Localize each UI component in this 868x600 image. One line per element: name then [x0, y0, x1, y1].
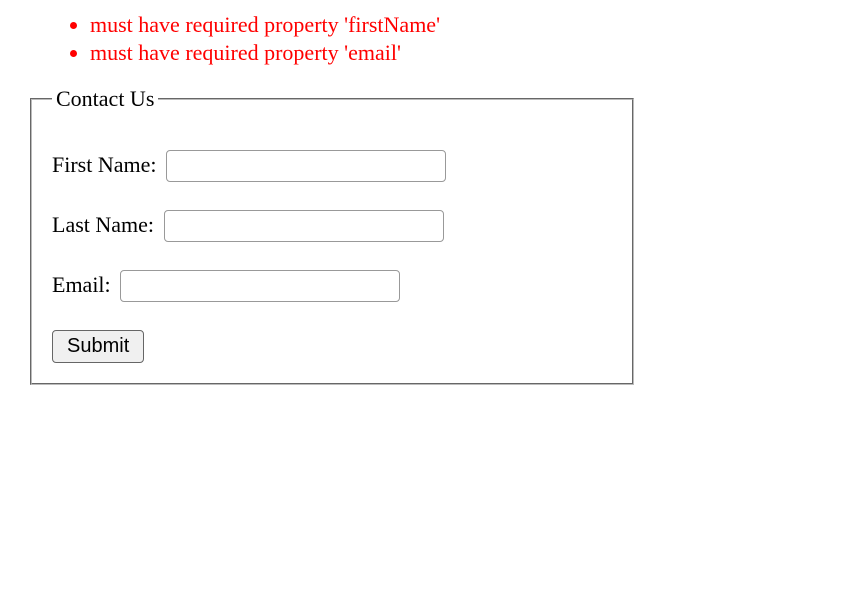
first-name-label: First Name: [52, 152, 157, 177]
email-row: Email: [52, 270, 612, 302]
first-name-row: First Name: [52, 150, 612, 182]
validation-error-list: must have required property 'firstName' … [30, 12, 838, 66]
validation-error-item: must have required property 'email' [90, 40, 838, 66]
email-input[interactable] [120, 270, 400, 302]
email-label: Email: [52, 272, 111, 297]
validation-error-item: must have required property 'firstName' [90, 12, 838, 38]
last-name-input[interactable] [164, 210, 444, 242]
last-name-row: Last Name: [52, 210, 612, 242]
contact-us-fieldset: Contact Us First Name: Last Name: Email:… [30, 86, 634, 385]
submit-button[interactable]: Submit [52, 330, 144, 363]
submit-row: Submit [52, 330, 612, 363]
first-name-input[interactable] [166, 150, 446, 182]
last-name-label: Last Name: [52, 212, 154, 237]
fieldset-legend: Contact Us [52, 86, 158, 112]
